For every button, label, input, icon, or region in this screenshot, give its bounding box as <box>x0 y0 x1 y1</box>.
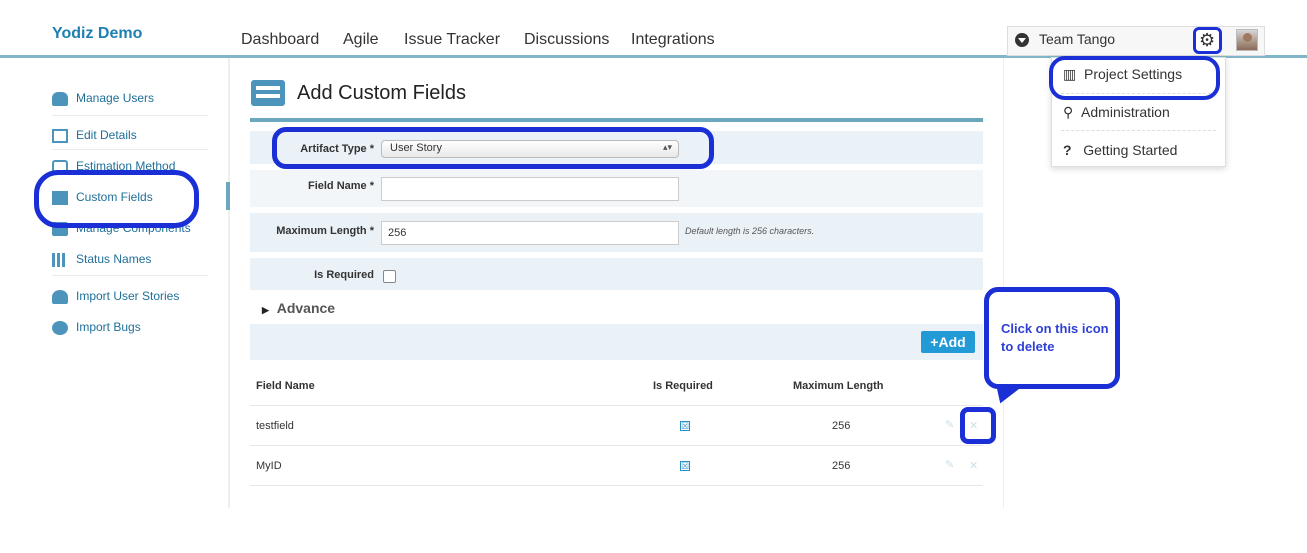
row-1-required-check: ☒ <box>680 421 690 431</box>
sidebar-item-manage-users[interactable]: Manage Users <box>52 91 154 106</box>
bars-icon <box>52 252 68 267</box>
gear-icon[interactable]: ⚙ <box>1199 30 1215 51</box>
avatar[interactable] <box>1236 29 1258 51</box>
wrench-icon: ⚲ <box>1063 104 1074 120</box>
row-2-field-name: MyID <box>256 460 282 472</box>
field-name-label: Field Name * <box>307 180 374 192</box>
menu-item-getting-started[interactable]: ? Getting Started <box>1063 142 1177 158</box>
sidebar-item-edit-details[interactable]: Edit Details <box>52 128 137 143</box>
chevron-down-icon[interactable] <box>1015 33 1029 47</box>
row-1-field-name: testfield <box>256 420 294 432</box>
app-brand[interactable]: Yodiz Demo <box>52 25 142 43</box>
nav-integrations[interactable]: Integrations <box>631 31 715 49</box>
nav-dashboard[interactable]: Dashboard <box>241 31 319 49</box>
caret-right-icon: ▶ <box>262 305 269 315</box>
nav-discussions[interactable]: Discussions <box>524 31 609 49</box>
table-divider <box>250 445 983 446</box>
advance-toggle[interactable]: ▶ Advance <box>262 300 335 316</box>
sidebar-item-import-user-stories[interactable]: Import User Stories <box>52 289 179 304</box>
column-header-max-length: Maximum Length <box>793 380 884 392</box>
add-button[interactable]: +Add <box>921 331 975 353</box>
title-underline <box>250 118 983 122</box>
edit-icon[interactable]: ✎ <box>945 458 954 471</box>
bug-icon <box>52 320 68 335</box>
row-2-required-check: ☒ <box>680 461 690 471</box>
edit-icon <box>52 128 68 143</box>
is-required-label: Is Required <box>314 269 374 281</box>
annotation-highlight-custom-fields <box>34 170 199 228</box>
sidebar-item-import-bugs[interactable]: Import Bugs <box>52 320 141 335</box>
add-bar <box>250 324 983 360</box>
annotation-highlight-settings <box>1049 56 1220 100</box>
team-name[interactable]: Team Tango <box>1039 31 1115 47</box>
sidebar-item-status-names[interactable]: Status Names <box>52 252 151 267</box>
table-divider <box>250 405 983 406</box>
max-length-input[interactable] <box>381 221 679 245</box>
annotation-highlight-artifact <box>272 127 714 169</box>
question-icon: ? <box>1063 142 1072 158</box>
page-title: Add Custom Fields <box>297 82 466 104</box>
column-header-is-required: Is Required <box>653 380 713 392</box>
callout-text: Click on this icon to delete <box>1001 321 1109 354</box>
max-length-label: Maximum Length * <box>276 225 374 237</box>
nav-agile[interactable]: Agile <box>343 31 379 49</box>
sidebar-divider <box>52 115 208 116</box>
row-2-max-length: 256 <box>832 460 851 472</box>
menu-divider <box>1061 130 1216 132</box>
custom-fields-icon <box>251 80 285 106</box>
sidebar-divider <box>52 275 208 276</box>
field-name-input[interactable] <box>381 177 679 201</box>
sidebar-active-indicator <box>226 182 230 210</box>
content-divider <box>1003 58 1004 508</box>
nav-issue-tracker[interactable]: Issue Tracker <box>404 31 500 49</box>
column-header-field-name: Field Name <box>256 380 315 392</box>
delete-icon[interactable]: ✕ <box>969 459 978 472</box>
annotation-highlight-delete <box>960 407 996 444</box>
sidebar-divider <box>52 149 208 150</box>
table-divider <box>250 485 983 486</box>
import-icon <box>52 289 68 304</box>
is-required-checkbox[interactable] <box>383 270 396 283</box>
sidebar-divider <box>228 58 230 508</box>
users-icon <box>52 91 68 106</box>
max-length-hint: Default length is 256 characters. <box>685 226 815 236</box>
edit-icon[interactable]: ✎ <box>945 418 954 431</box>
row-1-max-length: 256 <box>832 420 851 432</box>
menu-item-administration[interactable]: ⚲ Administration <box>1063 104 1170 121</box>
